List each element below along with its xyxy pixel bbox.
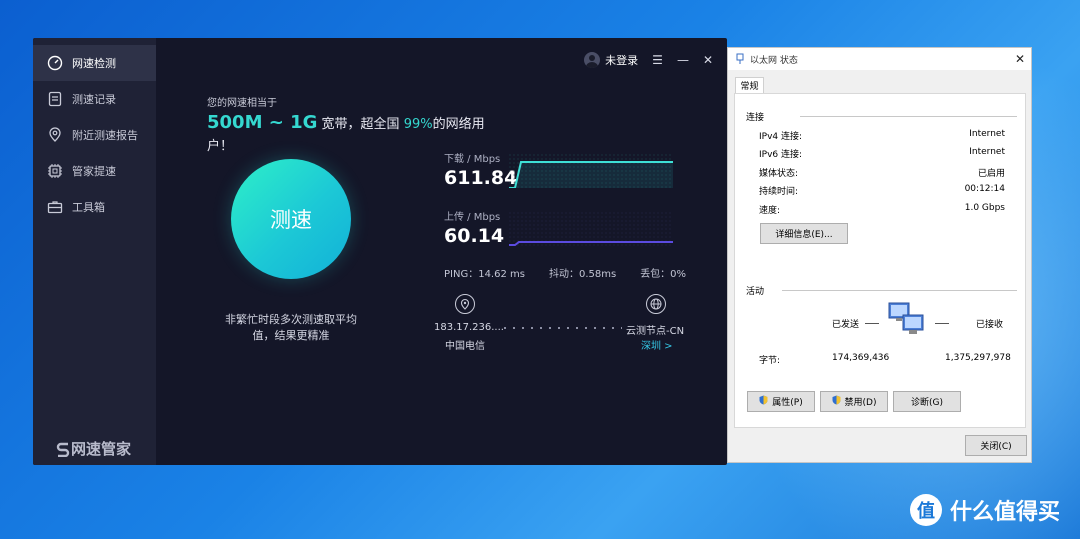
download-graph (509, 154, 673, 188)
server-name: 云测节点-CN (626, 326, 685, 337)
received-bytes: 1,375,297,978 (945, 353, 1011, 363)
uac-shield-icon (832, 395, 841, 408)
location-pin-icon (455, 294, 475, 314)
watermark-logo: 值 什么值得买 (910, 494, 1060, 526)
connection-dotted-line (504, 327, 622, 329)
activity-section-title: 活动 (746, 287, 765, 297)
network-stats: PING：14.62 ms 抖动：0.58ms 丢包：0% (444, 265, 710, 280)
record-list-icon (47, 91, 63, 107)
speed-test-app-window: 网速检测 测速记录 附近测速报告 管家提速 工具箱 网速管家 未登录 ☰ — ✕… (33, 38, 727, 465)
diagnose-button[interactable]: 诊断(G) (893, 391, 961, 412)
tip-text: 非繁忙时段多次测速取平均值，结果更精准 (225, 313, 357, 342)
sidebar-item-boost[interactable]: 管家提速 (33, 153, 156, 189)
start-speed-test-button[interactable]: 测速 (231, 159, 351, 279)
ipv4-label: IPv4 连接: (759, 132, 803, 142)
details-button[interactable]: 详细信息(E)... (760, 223, 848, 244)
menu-icon[interactable]: ☰ (652, 53, 663, 67)
disable-button[interactable]: 禁用(D) (820, 391, 888, 412)
properties-button[interactable]: 属性(P) (747, 391, 815, 412)
ipv4-value: Internet (969, 129, 1005, 139)
network-computers-icon (888, 302, 924, 334)
upload-graph (509, 212, 673, 246)
dialog-title: 以太网 状态 (750, 55, 798, 66)
download-label: 下载 / Mbps (444, 154, 501, 165)
sidebar-item-label: 工具箱 (72, 201, 105, 214)
sidebar-item-label: 管家提速 (72, 165, 116, 178)
received-label: 已接收 (976, 320, 1004, 330)
ipv6-value: Internet (969, 147, 1005, 157)
brand-s-icon (56, 442, 70, 457)
sidebar-item-nearby-report[interactable]: 附近测速报告 (33, 117, 156, 153)
sidebar-item-records[interactable]: 测速记录 (33, 81, 156, 117)
uac-shield-icon (759, 395, 768, 408)
minimize-icon[interactable]: — (677, 53, 689, 67)
connection-section-title: 连接 (746, 113, 765, 123)
upload-value: 60.14 (444, 225, 505, 247)
brand-logo: 网速管家 (55, 438, 131, 459)
tab-general[interactable]: 常规 (735, 77, 764, 93)
jitter-stat: 抖动：0.58ms (548, 269, 617, 280)
sent-label: 已发送 (832, 320, 860, 330)
divider (782, 290, 1017, 291)
globe-icon (646, 294, 666, 314)
general-panel: 连接 IPv4 连接: Internet IPv6 连接: Internet 媒… (734, 93, 1026, 428)
chip-icon (47, 163, 63, 179)
media-state-label: 媒体状态: (759, 169, 799, 179)
divider (800, 116, 1017, 117)
server-city-link[interactable]: 深圳 > (641, 337, 673, 352)
speed-label: 速度: (759, 206, 781, 216)
sent-bytes: 174,369,436 (832, 353, 890, 363)
speed-value: 1.0 Gbps (964, 203, 1005, 213)
toolbox-icon (47, 199, 63, 215)
dialog-close-icon[interactable]: ✕ (1015, 52, 1025, 66)
title-bar-controls: 未登录 ☰ — ✕ (584, 52, 713, 68)
speedometer-icon (47, 55, 63, 71)
sidebar-item-label: 网速检测 (72, 57, 116, 70)
brand-name: 网速管家 (71, 440, 132, 458)
ethernet-status-dialog: 以太网 状态 ✕ 常规 连接 IPv4 连接: Internet IPv6 连接… (727, 47, 1032, 463)
duration-value: 00:12:14 (964, 184, 1005, 194)
location-pin-icon (47, 127, 63, 143)
result-suffix-1: 宽带，超全国 (321, 117, 400, 132)
bytes-label: 字节: (759, 356, 781, 366)
sidebar-item-label: 测速记录 (72, 93, 116, 106)
upload-label: 上传 / Mbps (444, 212, 501, 223)
result-intro: 您的网速相当于 (207, 98, 277, 109)
sidebar-item-label: 附近测速报告 (72, 129, 138, 142)
properties-label: 属性(P) (772, 398, 803, 408)
speed-range: 500M ~ 1G (207, 112, 318, 133)
client-isp: 中国电信 (445, 341, 485, 352)
sidebar-item-speed-test[interactable]: 网速检测 (33, 45, 156, 81)
loss-stat: 丢包：0% (640, 269, 687, 280)
divider (865, 323, 879, 324)
avatar[interactable] (584, 52, 601, 68)
close-icon[interactable]: ✕ (703, 53, 713, 67)
sidebar-item-toolbox[interactable]: 工具箱 (33, 189, 156, 225)
disable-label: 禁用(D) (844, 398, 877, 408)
watermark-icon: 值 (910, 494, 942, 526)
watermark-text: 什么值得买 (950, 500, 1061, 525)
login-link[interactable]: 未登录 (605, 52, 638, 68)
client-ip: 183.17.236.... (434, 322, 504, 333)
download-value: 611.84 (444, 167, 518, 189)
result-percent: 99% (403, 117, 433, 132)
ethernet-icon (736, 53, 744, 64)
dialog-title-bar: 以太网 状态 ✕ (728, 48, 1031, 70)
ipv6-label: IPv6 连接: (759, 150, 803, 160)
media-state-value: 已启用 (977, 169, 1005, 179)
divider (935, 323, 949, 324)
sidebar: 网速检测 测速记录 附近测速报告 管家提速 工具箱 网速管家 (33, 38, 156, 465)
duration-label: 持续时间: (759, 187, 799, 197)
close-button[interactable]: 关闭(C) (965, 435, 1027, 456)
ping-stat: PING：14.62 ms (444, 269, 525, 280)
